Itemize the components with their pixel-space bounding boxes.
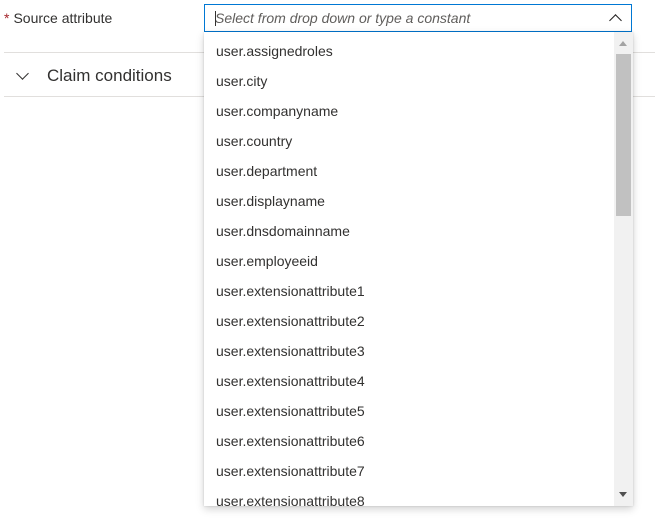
dropdown-option[interactable]: user.extensionattribute2 bbox=[204, 306, 612, 336]
claim-conditions-label: Claim conditions bbox=[47, 66, 172, 85]
source-attribute-label-text: Source attribute bbox=[13, 10, 113, 26]
chevron-down-icon bbox=[16, 67, 29, 80]
scroll-down-arrow-icon[interactable] bbox=[619, 492, 627, 497]
dropdown-option[interactable]: user.extensionattribute7 bbox=[204, 456, 612, 486]
dropdown-option[interactable]: user.companyname bbox=[204, 96, 612, 126]
dropdown-option[interactable]: user.department bbox=[204, 156, 612, 186]
source-attribute-dropdown: user.assignedroles user.city user.companyn… bbox=[204, 32, 633, 506]
dropdown-option[interactable]: user.extensionattribute4 bbox=[204, 366, 612, 396]
dropdown-option[interactable]: user.displayname bbox=[204, 186, 612, 216]
option-list: user.assignedroles user.city user.companyn… bbox=[204, 36, 612, 506]
dropdown-scrollbar[interactable] bbox=[614, 32, 633, 506]
dropdown-option[interactable]: user.country bbox=[204, 126, 612, 156]
required-marker: * bbox=[4, 10, 10, 26]
chevron-up-icon bbox=[608, 14, 622, 27]
claim-conditions-toggle[interactable]: Claim conditions bbox=[16, 64, 172, 88]
source-attribute-combobox[interactable] bbox=[204, 4, 632, 32]
claim-edit-panel: *Source attribute Claim conditions user.… bbox=[0, 0, 657, 520]
dropdown-option[interactable]: user.city bbox=[204, 66, 612, 96]
dropdown-option[interactable]: user.extensionattribute1 bbox=[204, 276, 612, 306]
text-caret bbox=[215, 11, 216, 26]
dropdown-option[interactable]: user.extensionattribute8 bbox=[204, 486, 612, 506]
source-attribute-input[interactable] bbox=[205, 5, 605, 31]
dropdown-option[interactable]: user.extensionattribute6 bbox=[204, 426, 612, 456]
source-attribute-label: * Source attribute bbox=[4, 8, 112, 28]
scroll-up-arrow-icon[interactable] bbox=[619, 41, 627, 46]
dropdown-option[interactable]: user.assignedroles bbox=[204, 36, 612, 66]
dropdown-option[interactable]: user.employeeid bbox=[204, 246, 612, 276]
dropdown-option[interactable]: user.extensionattribute3 bbox=[204, 336, 612, 366]
dropdown-toggle-button[interactable] bbox=[605, 8, 625, 28]
dropdown-option[interactable]: user.dnsdomainname bbox=[204, 216, 612, 246]
scroll-thumb[interactable] bbox=[616, 54, 631, 216]
dropdown-option[interactable]: user.extensionattribute5 bbox=[204, 396, 612, 426]
